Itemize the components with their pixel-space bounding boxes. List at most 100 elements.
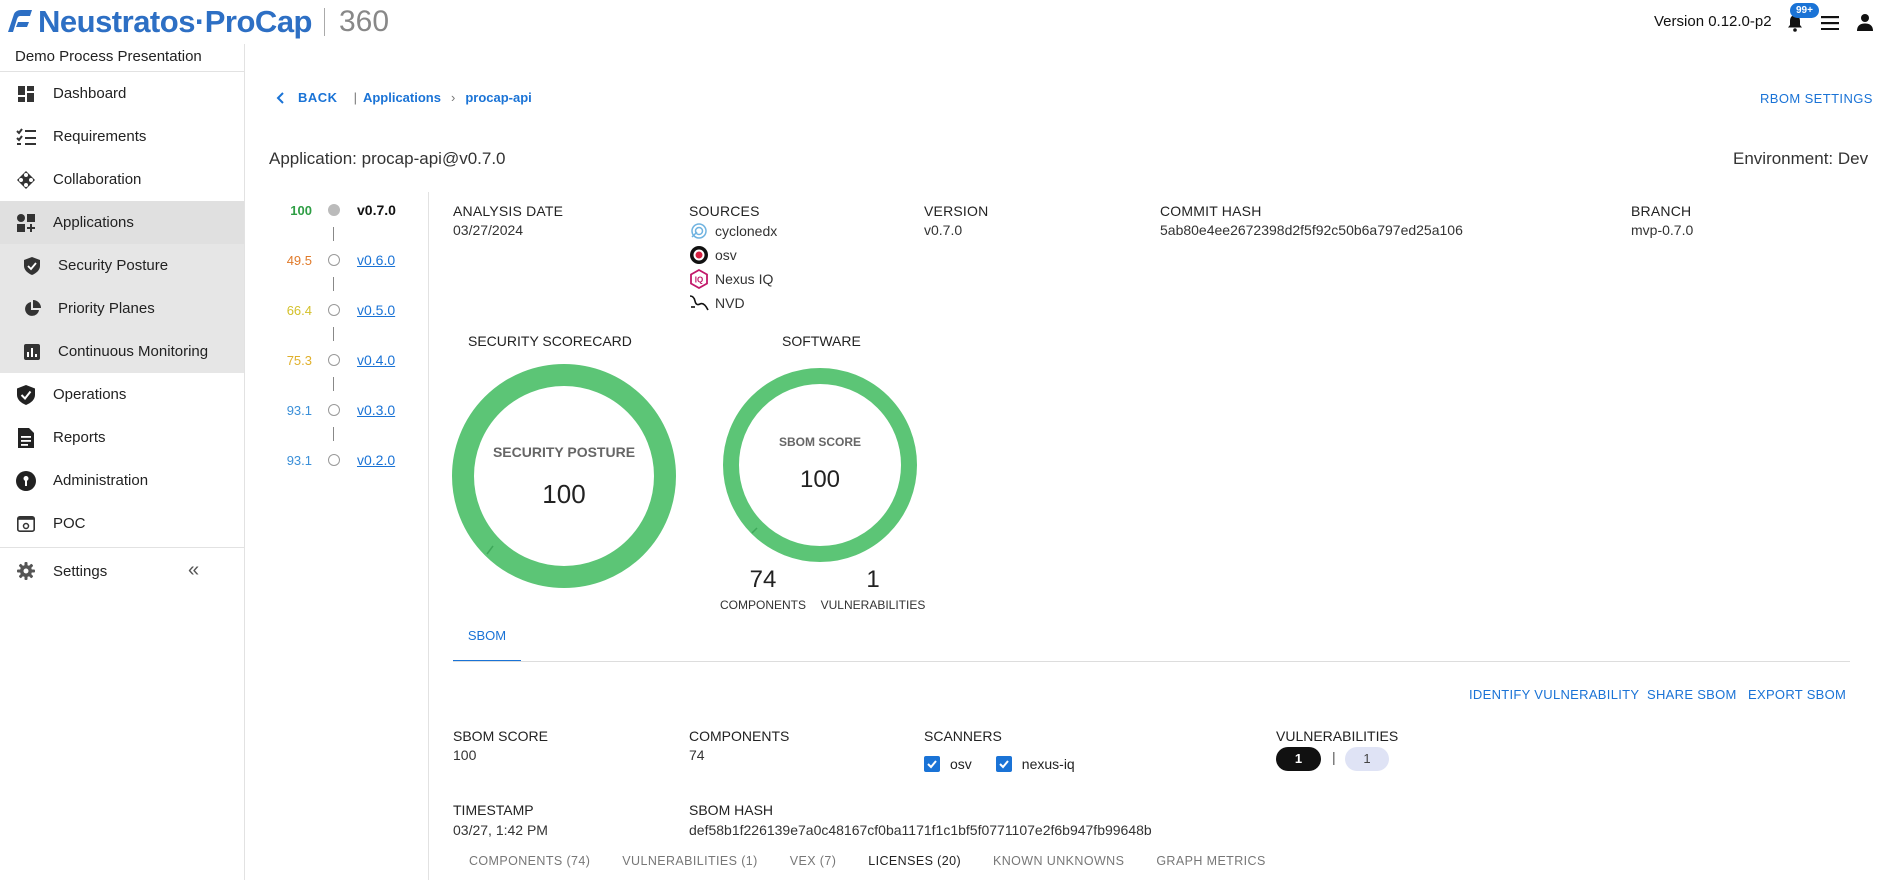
collaboration-icon [15,169,37,191]
tab-vulnerabilities[interactable]: VULNERABILITIES (1) [622,854,757,868]
timeline-connector [333,427,334,441]
sidebar-item-operations[interactable]: Operations [0,373,244,416]
checklist-icon [15,126,37,148]
applications-icon [15,212,37,234]
collapse-sidebar-button[interactable]: « [188,560,199,580]
document-icon [15,427,37,449]
page-title: Application: procap-api@v0.7.0 [269,149,506,168]
version-label: VERSION [924,203,989,219]
security-posture-value: 100 [542,479,586,509]
vulnerability-count-pill[interactable]: 1 [1276,747,1321,771]
user-icon[interactable] [1856,13,1874,31]
timeline-row[interactable]: 93.1 v0.2.0 [270,450,430,470]
svg-text:IQ: IQ [695,276,703,285]
logo[interactable]: Neustratos·ProCap 360 [4,2,389,42]
sidebar-item-priority-planes[interactable]: Priority Planes [0,287,244,330]
source-item: IQ Nexus IQ [689,267,777,291]
sidebar-item-settings[interactable]: Settings « [0,548,244,594]
tab-sbom[interactable]: SBOM [453,622,521,662]
menu-icon[interactable] [1821,16,1839,30]
screen-icon [15,513,37,535]
timeline-score: 100 [290,202,312,218]
timeline-version[interactable]: v0.2.0 [357,452,395,468]
sidebar-item-label: Priority Planes [58,300,155,317]
sidebar-item-label: POC [53,515,86,532]
export-sbom-button[interactable]: EXPORT SBOM [1748,687,1846,702]
neustratos-logo-icon [8,10,32,32]
timeline-version[interactable]: v0.6.0 [357,252,395,268]
sidebar-item-security-posture[interactable]: Security Posture [0,244,244,287]
sidebar-item-poc[interactable]: POC [0,502,244,545]
sidebar-item-continuous-monitoring[interactable]: Continuous Monitoring [0,330,244,373]
timeline-connector [333,377,334,391]
osv-checkbox[interactable] [924,756,940,772]
breadcrumb-applications[interactable]: Applications [363,90,441,105]
timeline-connector [333,327,334,341]
timeline-row[interactable]: 49.5 v0.6.0 [270,250,430,270]
pie-chart-icon [22,298,42,320]
nexus-iq-checkbox[interactable] [995,756,1012,772]
share-sbom-button[interactable]: SHARE SBOM [1647,687,1737,702]
sbom-score-detail-label: SBOM SCORE [453,728,548,744]
tab-graph-metrics[interactable]: GRAPH METRICS [1156,854,1265,868]
timeline-row[interactable]: 100 v0.7.0 [270,200,430,220]
sidebar-item-administration[interactable]: Administration [0,459,244,502]
tab-components[interactable]: COMPONENTS (74) [469,854,590,868]
components-count: 74 [749,566,777,593]
back-button[interactable]: BACK [298,90,338,105]
sidebar-item-label: Dashboard [53,85,127,102]
source-name: NVD [715,295,745,311]
components-detail-value: 74 [689,747,705,763]
vulnerabilities-count: 1 [866,566,880,593]
sbom-score-value: 100 [799,466,841,493]
timeline-version[interactable]: v0.5.0 [357,302,395,318]
timeline-version[interactable]: v0.3.0 [357,402,395,418]
logo-divider [324,8,325,36]
timeline-row[interactable]: 93.1 v0.3.0 [270,400,430,420]
osv-scanner-label: osv [950,756,972,772]
timestamp-label: TIMESTAMP [453,802,534,818]
sidebar-item-label: Continuous Monitoring [58,343,209,360]
sidebar-item-applications[interactable]: Applications [0,201,244,244]
analysis-date-label: ANALYSIS DATE [453,203,564,219]
timeline-score: 75.3 [286,352,312,368]
chevron-left-icon[interactable] [276,91,286,104]
security-posture-donut[interactable] [451,363,677,589]
timeline-dot [328,404,340,416]
tab-known-unknowns[interactable]: KNOWN UNKNOWNS [993,854,1124,868]
project-name[interactable]: Demo Process Presentation [0,44,244,72]
tab-licenses[interactable]: LICENSES (20) [868,854,961,868]
sidebar-item-label: Security Posture [58,257,169,274]
tab-vex[interactable]: VEX (7) [790,854,837,868]
commit-hash-value: 5ab80e4ee2672398d2f5f92c50b6a797ed25a106 [1160,222,1463,238]
cyclonedx-icon [691,223,707,239]
identify-vulnerability-button[interactable]: IDENTIFY VULNERABILITY [1469,687,1639,702]
branch-value: mvp-0.7.0 [1631,222,1694,238]
sources-label: SOURCES [689,203,760,219]
timeline-score: 49.5 [286,252,312,268]
sidebar-item-dashboard[interactable]: Dashboard [0,72,244,115]
vulnerability-severity-pill[interactable]: 1 [1345,747,1389,771]
sidebar-item-label: Collaboration [53,171,142,188]
rbom-settings-button[interactable]: RBOM SETTINGS [1760,91,1873,106]
timeline-score: 66.4 [286,302,312,318]
scorecard-title: SECURITY SCORECARD [468,333,632,349]
analysis-date-value: 03/27/2024 [453,222,524,238]
product-name: 360 [339,5,390,38]
sidebar: Demo Process Presentation Dashboard Requ… [0,44,245,880]
sidebar-item-collaboration[interactable]: Collaboration [0,158,244,201]
donut-ring [723,368,917,562]
sbom-subtabs: COMPONENTS (74) VULNERABILITIES (1) VEX … [469,854,1298,868]
pill-separator: | [1332,749,1336,765]
timeline-row[interactable]: 66.4 v0.5.0 [270,300,430,320]
timeline-row[interactable]: 75.3 v0.4.0 [270,350,430,370]
sidebar-item-reports[interactable]: Reports [0,416,244,459]
scanners-list: osv nexus-iq [924,756,1075,772]
vulnerabilities-count-label: VULNERABILITIES [820,598,926,612]
check-icon [927,760,937,769]
timeline-version[interactable]: v0.4.0 [357,352,395,368]
sidebar-item-requirements[interactable]: Requirements [0,115,244,158]
timeline-dot [328,304,340,316]
nexus-iq-icon: IQ [690,269,708,289]
sbom-score-donut[interactable] [720,365,920,565]
